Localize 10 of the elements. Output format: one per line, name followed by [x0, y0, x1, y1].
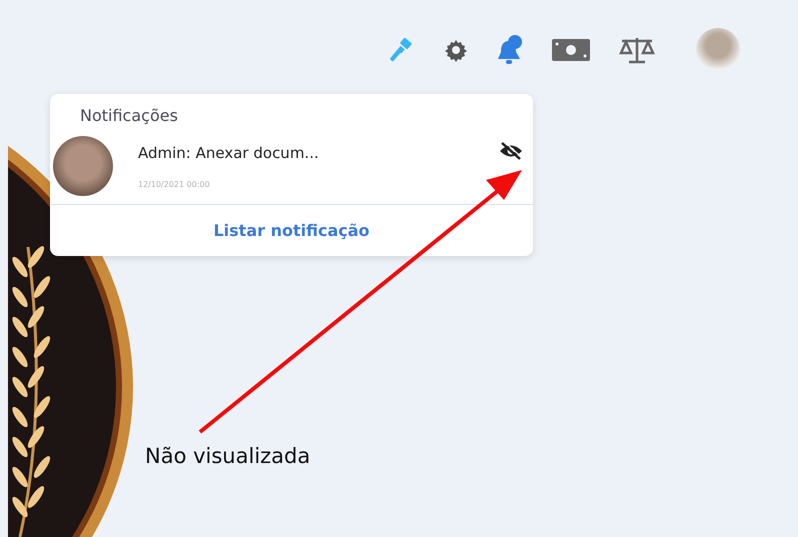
list-notifications-link[interactable]: Listar notificação: [50, 205, 533, 256]
popup-title: Notificações: [79, 105, 179, 127]
eye-slash-icon[interactable]: [499, 141, 523, 161]
bell-icon[interactable]: [496, 35, 524, 65]
notification-time: 12/10/2021 00:00: [138, 180, 211, 188]
gear-icon[interactable]: [444, 38, 468, 62]
annotation-label: Não visualizada: [145, 444, 310, 468]
scale-icon[interactable]: [618, 36, 656, 64]
notification-text: Admin: Anexar docum...: [138, 144, 320, 162]
banknote-icon[interactable]: [552, 39, 590, 61]
